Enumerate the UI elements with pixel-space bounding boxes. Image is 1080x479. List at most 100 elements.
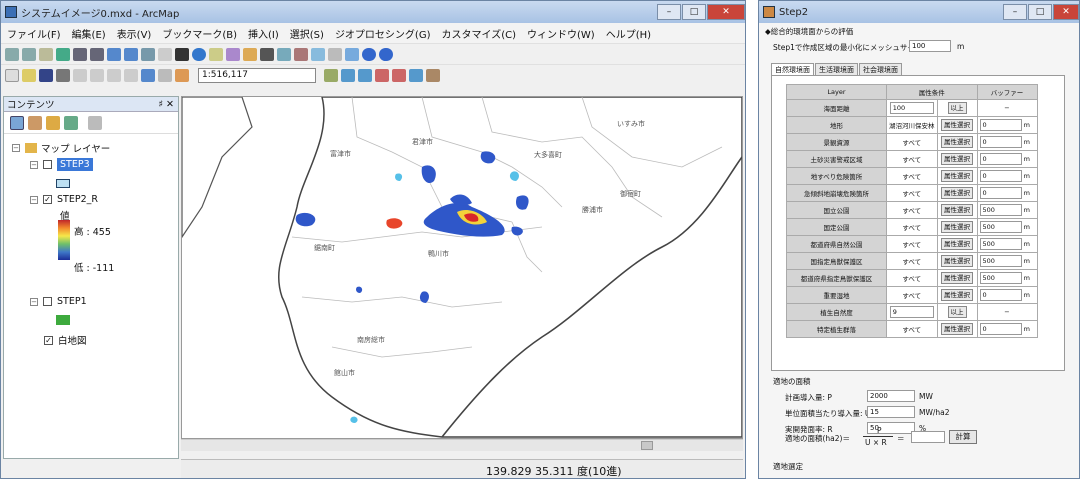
layer-step3-label[interactable]: STEP3 bbox=[57, 158, 93, 171]
attribute-select-button[interactable]: 属性選択 bbox=[936, 184, 978, 202]
xy-icon[interactable] bbox=[294, 47, 308, 61]
attribute-select-button[interactable]: 属性選択 bbox=[936, 286, 978, 304]
condition-input[interactable]: 9 bbox=[886, 303, 938, 321]
close-button[interactable]: ✕ bbox=[707, 4, 745, 20]
buffer-input[interactable]: 0 bbox=[979, 323, 1022, 335]
attribute-select-button[interactable]: 属性選択 bbox=[936, 116, 978, 134]
map-horizontal-scrollbar[interactable] bbox=[181, 439, 743, 451]
attribute-select-button[interactable]: 属性選択 bbox=[936, 252, 978, 270]
identify-icon[interactable] bbox=[192, 47, 206, 61]
attribute-select-button[interactable]: 属性選択 bbox=[936, 133, 978, 151]
search-window-icon[interactable] bbox=[375, 68, 389, 82]
buffer-input[interactable]: 500 bbox=[979, 272, 1022, 284]
menu-view[interactable]: 表示(V) bbox=[117, 26, 152, 41]
collapse-icon[interactable]: − bbox=[30, 160, 38, 169]
layer-step2-r[interactable]: − ✓ STEP2_R bbox=[30, 194, 98, 205]
map-view[interactable]: 富津市 君津市 大多喜町 いすみ市 勝浦市 御宿町 鋸南町 鴨川市 南房総市 館… bbox=[181, 96, 743, 439]
print-icon[interactable] bbox=[56, 68, 70, 82]
fixed-zoom-out-icon[interactable] bbox=[90, 47, 104, 61]
buffer-input[interactable]: 500 bbox=[979, 255, 1022, 267]
buffer-cell[interactable]: 0 m bbox=[976, 167, 1038, 185]
list-by-source-icon[interactable] bbox=[28, 115, 42, 130]
buffer-cell[interactable]: 0 m bbox=[976, 184, 1038, 202]
paste-icon[interactable] bbox=[107, 68, 121, 82]
pointer-icon[interactable] bbox=[175, 47, 189, 61]
zoom-out-icon[interactable] bbox=[22, 47, 36, 61]
scroll-thumb[interactable] bbox=[641, 441, 653, 450]
buffer-cell[interactable]: 0 m bbox=[976, 116, 1038, 134]
toc-pin-close[interactable]: ♯ ✕ bbox=[158, 99, 174, 110]
redo-icon[interactable] bbox=[158, 68, 172, 82]
menu-window[interactable]: ウィンドウ(W) bbox=[527, 26, 595, 41]
buffer-input[interactable]: 500 bbox=[979, 204, 1022, 216]
model-builder-icon[interactable] bbox=[426, 68, 440, 82]
dialog-minimize-button[interactable]: – bbox=[1003, 4, 1027, 20]
collapse-icon[interactable]: − bbox=[30, 297, 38, 306]
list-by-drawing-order-icon[interactable] bbox=[10, 115, 24, 130]
buffer-input[interactable]: 500 bbox=[979, 238, 1022, 250]
find-icon[interactable] bbox=[209, 47, 223, 61]
buffer-input[interactable]: 500 bbox=[979, 221, 1022, 233]
cut-icon[interactable] bbox=[73, 68, 87, 82]
select-features-icon[interactable] bbox=[141, 47, 155, 61]
hyperlink-icon[interactable] bbox=[243, 47, 257, 61]
layer-checkbox[interactable] bbox=[43, 160, 52, 169]
clear-selection-icon[interactable] bbox=[158, 47, 172, 61]
buffer-input[interactable]: 0 bbox=[979, 170, 1022, 182]
forward-arrow-icon[interactable] bbox=[124, 47, 138, 61]
map-canvas[interactable] bbox=[181, 96, 743, 438]
copy-icon[interactable] bbox=[90, 68, 104, 82]
toc-window-icon[interactable] bbox=[341, 68, 355, 82]
buffer-cell[interactable]: 0 m bbox=[976, 286, 1038, 304]
save-icon[interactable] bbox=[39, 68, 53, 82]
zoom-in-icon[interactable] bbox=[5, 47, 19, 61]
menu-geoprocessing[interactable]: ジオプロセシング(G) bbox=[335, 26, 431, 41]
catalog-window-icon[interactable] bbox=[358, 68, 372, 82]
menu-file[interactable]: ファイル(F) bbox=[7, 26, 61, 41]
python-window-icon[interactable] bbox=[409, 68, 423, 82]
dialog-maximize-button[interactable]: □ bbox=[1028, 4, 1052, 20]
toc-options-icon[interactable] bbox=[88, 115, 102, 130]
list-by-visibility-icon[interactable] bbox=[46, 115, 60, 130]
condition-operator[interactable]: 以上 bbox=[936, 303, 978, 321]
tab-natural-environment[interactable]: 自然環境面 bbox=[771, 63, 814, 75]
tab-social-environment[interactable]: 社会環境面 bbox=[859, 63, 902, 75]
attribute-select-button[interactable]: 属性選択 bbox=[936, 235, 978, 253]
undo-icon[interactable] bbox=[141, 68, 155, 82]
buffer-input[interactable]: 0 bbox=[979, 289, 1022, 301]
layer-checkbox[interactable]: ✓ bbox=[44, 335, 53, 345]
map-layers-root[interactable]: − マップ レイヤー bbox=[12, 141, 110, 155]
buffer-input[interactable]: 0 bbox=[979, 136, 1022, 148]
minimize-button[interactable]: – bbox=[657, 4, 681, 20]
buffer-cell[interactable]: 0 m bbox=[976, 133, 1038, 151]
buffer-input[interactable]: 0 bbox=[979, 119, 1022, 131]
attribute-select-button[interactable]: 属性選択 bbox=[936, 167, 978, 185]
layer-basemap[interactable]: ✓ 白地図 bbox=[44, 333, 87, 347]
buffer-cell[interactable]: 0 m bbox=[976, 320, 1038, 338]
catalog-icon[interactable] bbox=[379, 47, 393, 61]
buffer-cell[interactable]: 500 m bbox=[976, 218, 1038, 236]
time-slider-icon[interactable] bbox=[311, 47, 325, 61]
tab-living-environment[interactable]: 生活環境面 bbox=[815, 63, 858, 75]
menu-select[interactable]: 選択(S) bbox=[290, 26, 324, 41]
attribute-select-button[interactable]: 属性選択 bbox=[936, 150, 978, 168]
dialog-close-button[interactable]: ✕ bbox=[1053, 4, 1079, 20]
buffer-input[interactable]: 0 bbox=[979, 187, 1022, 199]
editor-icon[interactable] bbox=[345, 47, 359, 61]
maximize-button[interactable]: □ bbox=[682, 4, 706, 20]
menu-customize[interactable]: カスタマイズ(C) bbox=[442, 26, 517, 41]
back-arrow-icon[interactable] bbox=[107, 47, 121, 61]
calculate-button[interactable]: 計算 bbox=[949, 430, 977, 444]
attribute-select-button[interactable]: 属性選択 bbox=[936, 218, 978, 236]
condition-operator[interactable]: 以上 bbox=[936, 99, 978, 117]
buffer-cell[interactable]: 500 m bbox=[976, 235, 1038, 253]
menu-insert[interactable]: 挿入(I) bbox=[248, 26, 279, 41]
attribute-select-button[interactable]: 属性選択 bbox=[936, 320, 978, 338]
collapse-icon[interactable]: − bbox=[30, 195, 38, 204]
buffer-cell[interactable]: 500 m bbox=[976, 201, 1038, 219]
layer-checkbox[interactable] bbox=[43, 297, 52, 306]
condition-input[interactable]: 100 bbox=[886, 99, 938, 117]
planned-capacity-input[interactable]: 2000 bbox=[867, 390, 915, 402]
layer-step1[interactable]: − STEP1 bbox=[30, 296, 87, 307]
map-scale-combo[interactable]: 1:516,117 bbox=[198, 67, 316, 83]
